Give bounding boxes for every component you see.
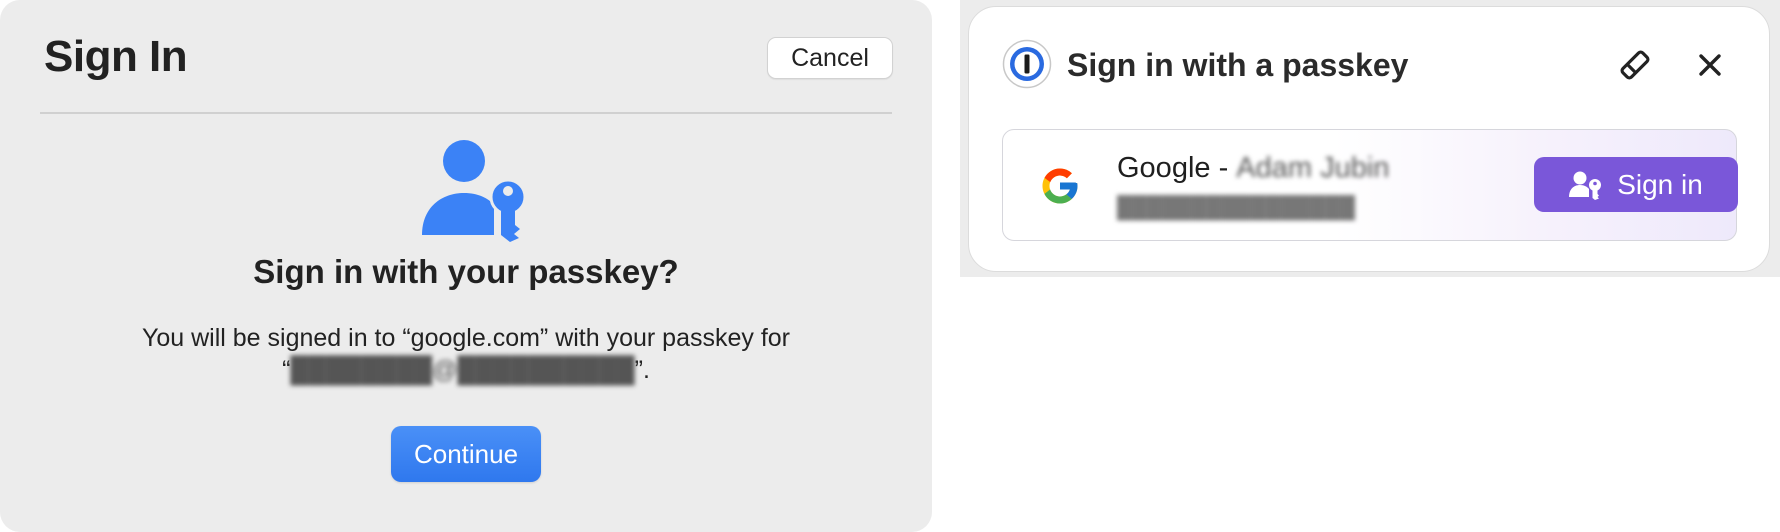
person-key-icon — [422, 140, 527, 242]
continue-button[interactable]: Continue — [391, 426, 541, 482]
redacted-account: ████████@██████████ — [290, 356, 635, 384]
quote-close: ”. — [634, 356, 650, 384]
quote-open: “ — [282, 356, 291, 384]
1password-logo-icon — [1002, 39, 1052, 89]
sheet-message: You will be signed in to “google.com” wi… — [0, 322, 932, 386]
redacted-account-name: Adam Jubin — [1236, 152, 1390, 184]
passkey-popup: Sign in with a passkey Google - Adam Jub… — [968, 6, 1770, 272]
login-item-service: Google - — [1117, 152, 1237, 184]
passkey-person-icon — [1569, 171, 1602, 200]
redacted-account-email: ████████████████ — [1117, 196, 1356, 219]
popup-title: Sign in with a passkey — [1067, 47, 1409, 83]
google-g-icon — [1042, 168, 1078, 204]
sign-in-button[interactable]: Sign in — [1534, 157, 1738, 212]
message-line-1: You will be signed in to “google.com” wi… — [141, 324, 791, 352]
sheet-heading: Sign in with your passkey? — [253, 253, 679, 290]
sign-in-label: Sign in — [1617, 168, 1703, 200]
pencil-icon[interactable] — [1617, 47, 1653, 83]
sheet-title: Sign In — [44, 32, 188, 81]
header-divider — [40, 112, 892, 114]
close-icon[interactable] — [1694, 49, 1726, 81]
login-item-title: Google - Adam Jubin — [1117, 152, 1389, 185]
passkey-sheet: Sign In Cancel Sign in with your passkey… — [0, 0, 932, 532]
passkey-login-item[interactable]: Google - Adam Jubin ████████████████ Sig… — [1002, 129, 1738, 241]
cancel-button[interactable]: Cancel — [767, 37, 893, 79]
